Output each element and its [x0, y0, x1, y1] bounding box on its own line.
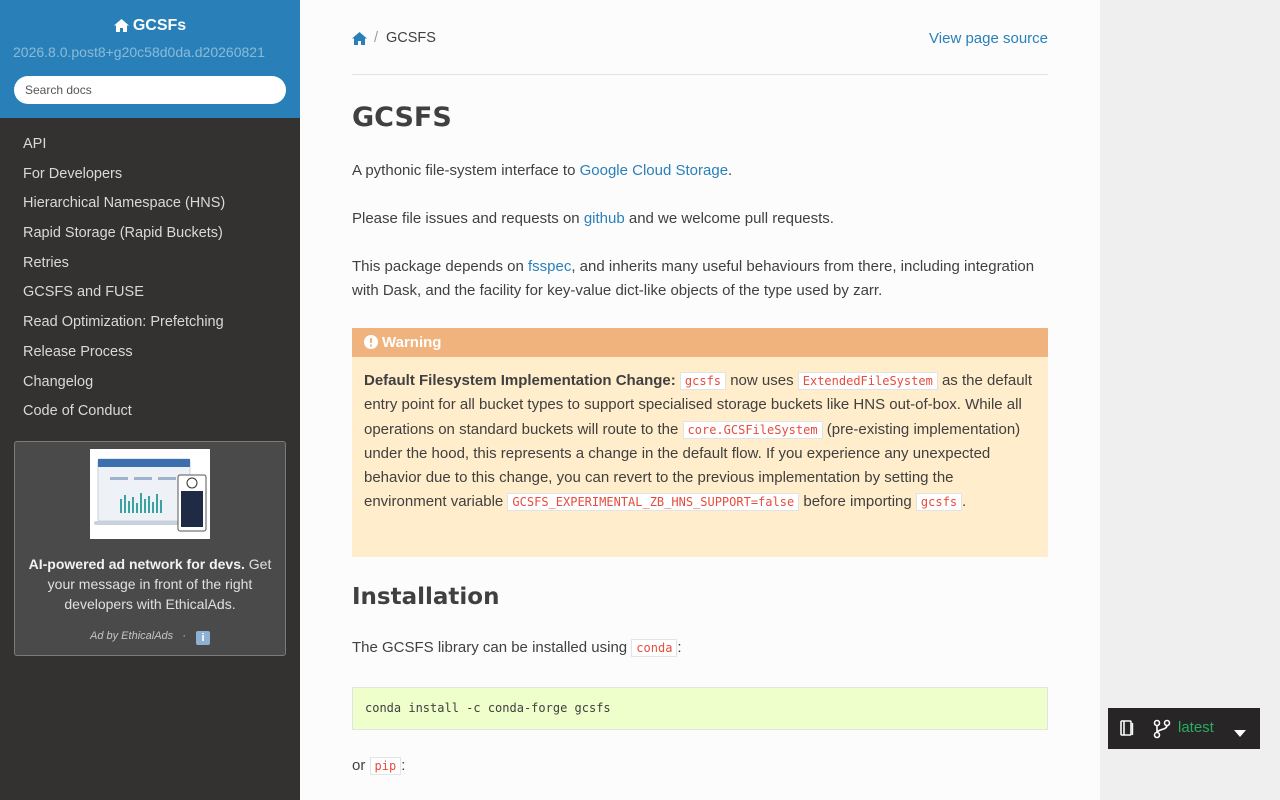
intro-text: A pythonic file-system interface to: [352, 162, 580, 179]
ad-image[interactable]: [90, 449, 210, 539]
ad-text[interactable]: AI-powered ad network for devs. Get your…: [25, 554, 275, 614]
warning-text: before importing: [799, 493, 916, 511]
sidebar-item-hns[interactable]: Hierarchical Namespace (HNS): [0, 189, 300, 219]
warning-body: Default Filesystem Implementation Change…: [352, 357, 1048, 515]
sidebar-header: GCSFs 2026.8.0.post8+g20c58d0da.d2026082…: [0, 0, 300, 118]
version-label: 2026.8.0.post8+g20c58d0da.d20260821: [13, 44, 265, 60]
current-version-label[interactable]: latest: [1178, 719, 1214, 737]
issues-end: and we welcome pull requests.: [624, 210, 834, 227]
breadcrumb-current: GCSFS: [386, 30, 436, 46]
ad-by-line: Ad by EthicalAds · i: [15, 630, 285, 645]
inline-code: conda: [631, 639, 678, 657]
book-icon: [1120, 720, 1134, 741]
conda-code-block[interactable]: conda install -c conda-forge gcsfs: [352, 687, 1048, 730]
sidebar-item-prefetching[interactable]: Read Optimization: Prefetching: [0, 308, 300, 338]
warning-text: now uses: [726, 372, 798, 389]
ad-bold-text: AI-powered ad network for devs.: [28, 556, 245, 572]
install-paragraph: The GCSFS library can be installed using…: [352, 636, 1052, 660]
search-input[interactable]: [14, 76, 286, 104]
home-icon: [113, 19, 129, 32]
or-text: or: [352, 757, 370, 774]
main-content: / GCSFS View page source GCSFS A pythoni…: [300, 0, 1100, 800]
sidebar-item-gcsfs-fuse[interactable]: GCSFS and FUSE: [0, 278, 300, 308]
sidebar-item-for-developers[interactable]: For Developers: [0, 160, 300, 190]
page-title: GCSFS: [352, 102, 452, 133]
sidebar: GCSFs 2026.8.0.post8+g20c58d0da.d2026082…: [0, 0, 300, 800]
intro-end: .: [728, 162, 733, 179]
breadcrumb-separator: /: [374, 30, 379, 46]
project-name: GCSFs: [132, 17, 187, 34]
issues-text: Please file issues and requests on: [352, 210, 584, 227]
sidebar-item-changelog[interactable]: Changelog: [0, 368, 300, 398]
caret-down-icon[interactable]: [1234, 725, 1246, 743]
sidebar-nav: API For Developers Hierarchical Namespac…: [0, 130, 300, 427]
warning-title: Warning: [352, 328, 1048, 357]
version-switcher[interactable]: latest: [1108, 708, 1260, 749]
fsspec-link[interactable]: fsspec: [528, 258, 571, 275]
issues-paragraph: Please file issues and requests on githu…: [352, 207, 1052, 231]
warning-bold: Default Filesystem Implementation Change…: [364, 372, 676, 389]
inline-code: gcsfs: [915, 493, 963, 512]
warning-text: .: [962, 493, 967, 511]
sidebar-item-code-of-conduct[interactable]: Code of Conduct: [0, 397, 300, 427]
inline-code: ExtendedFileSystem: [797, 372, 938, 390]
header-divider: [352, 74, 1048, 75]
github-link[interactable]: github: [584, 210, 625, 227]
sidebar-item-rapid-storage[interactable]: Rapid Storage (Rapid Buckets): [0, 219, 300, 249]
info-icon[interactable]: i: [196, 631, 210, 645]
warning-admonition: Warning Default Filesystem Implementatio…: [352, 328, 1048, 557]
project-home-link[interactable]: GCSFs: [0, 0, 300, 36]
home-icon[interactable]: [352, 32, 367, 49]
ethical-ad: AI-powered ad network for devs. Get your…: [14, 441, 286, 656]
google-cloud-storage-link[interactable]: Google Cloud Storage: [580, 162, 728, 179]
sidebar-item-retries[interactable]: Retries: [0, 249, 300, 279]
or-paragraph: or pip:: [352, 754, 1052, 778]
warning-title-text: Warning: [382, 334, 442, 351]
inline-code: gcsfs: [679, 372, 727, 390]
ad-by-link[interactable]: Ad by EthicalAds: [90, 630, 173, 642]
or-end: :: [401, 757, 406, 774]
installation-heading: Installation: [352, 584, 500, 610]
ad-separator: ·: [182, 630, 186, 642]
branch-icon: [1153, 719, 1171, 744]
breadcrumb: / GCSFS View page source: [352, 30, 1048, 50]
sidebar-item-release-process[interactable]: Release Process: [0, 338, 300, 368]
inline-code: GCSFS_EXPERIMENTAL_ZB_HNS_SUPPORT=false: [507, 493, 800, 512]
inline-code: core.GCSFileSystem: [682, 420, 823, 439]
depends-text: This package depends on: [352, 258, 528, 275]
intro-paragraph: A pythonic file-system interface to Goog…: [352, 159, 1052, 183]
sidebar-item-api[interactable]: API: [0, 130, 300, 160]
right-margin: [1100, 0, 1280, 800]
install-end: :: [677, 639, 682, 656]
depends-paragraph: This package depends on fsspec, and inhe…: [352, 255, 1052, 303]
warning-icon: [364, 335, 378, 349]
view-page-source-link[interactable]: View page source: [929, 30, 1048, 47]
install-text: The GCSFS library can be installed using: [352, 639, 632, 656]
inline-code: pip: [369, 757, 402, 775]
